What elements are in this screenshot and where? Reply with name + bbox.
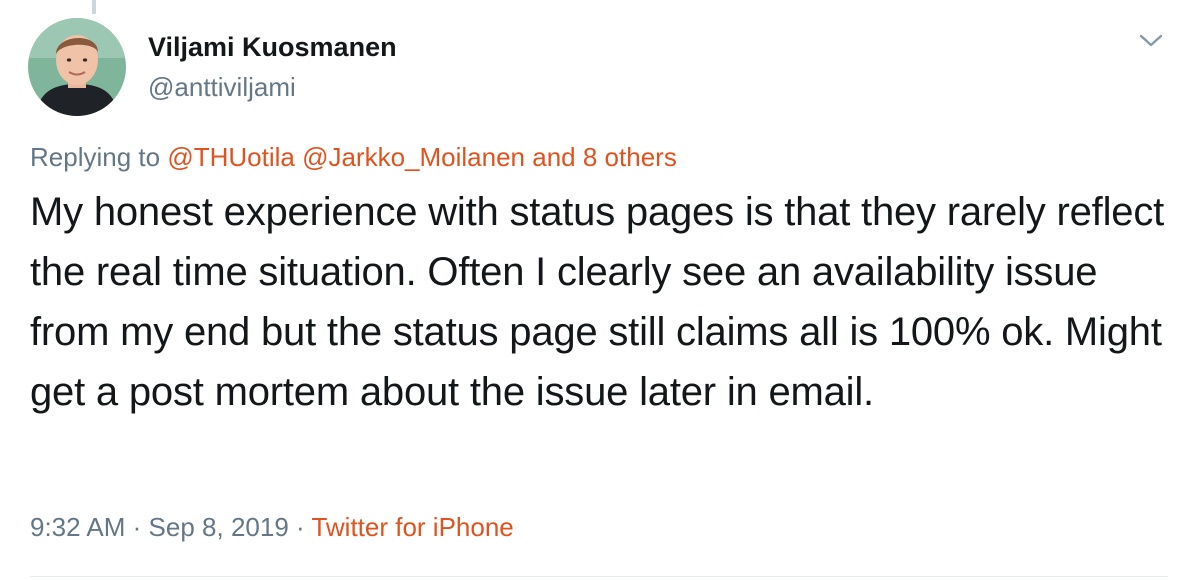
author-block[interactable]: Viljami Kuosmanen @anttiviljami	[148, 30, 397, 104]
avatar[interactable]	[28, 18, 126, 116]
chevron-down-icon	[1139, 34, 1163, 47]
user-avatar-photo-icon	[28, 18, 126, 116]
tweet-source-link[interactable]: Twitter for iPhone	[311, 512, 513, 542]
tweet-time[interactable]: 9:32 AM	[30, 512, 125, 542]
author-handle[interactable]: @anttiviljami	[148, 70, 397, 104]
divider	[30, 576, 1168, 577]
replying-to-line: Replying to @THUotila @Jarkko_Moilanen a…	[30, 140, 677, 174]
thread-connector-line	[92, 0, 96, 14]
tweet-text: My honest experience with status pages i…	[30, 190, 1165, 414]
author-display-name[interactable]: Viljami Kuosmanen	[148, 30, 397, 64]
tweet-date[interactable]: Sep 8, 2019	[149, 512, 289, 542]
mention-link[interactable]: @THUotila	[167, 142, 295, 172]
meta-separator: ·	[296, 512, 305, 542]
others-link[interactable]: and 8 others	[532, 142, 677, 172]
tweet-menu-button[interactable]	[1138, 32, 1164, 50]
meta-separator: ·	[132, 512, 142, 542]
replying-to-label: Replying to	[30, 142, 161, 172]
mention-link[interactable]: @Jarkko_Moilanen	[302, 142, 525, 172]
tweet-meta: 9:32 AM · Sep 8, 2019 · Twitter for iPho…	[30, 510, 514, 544]
